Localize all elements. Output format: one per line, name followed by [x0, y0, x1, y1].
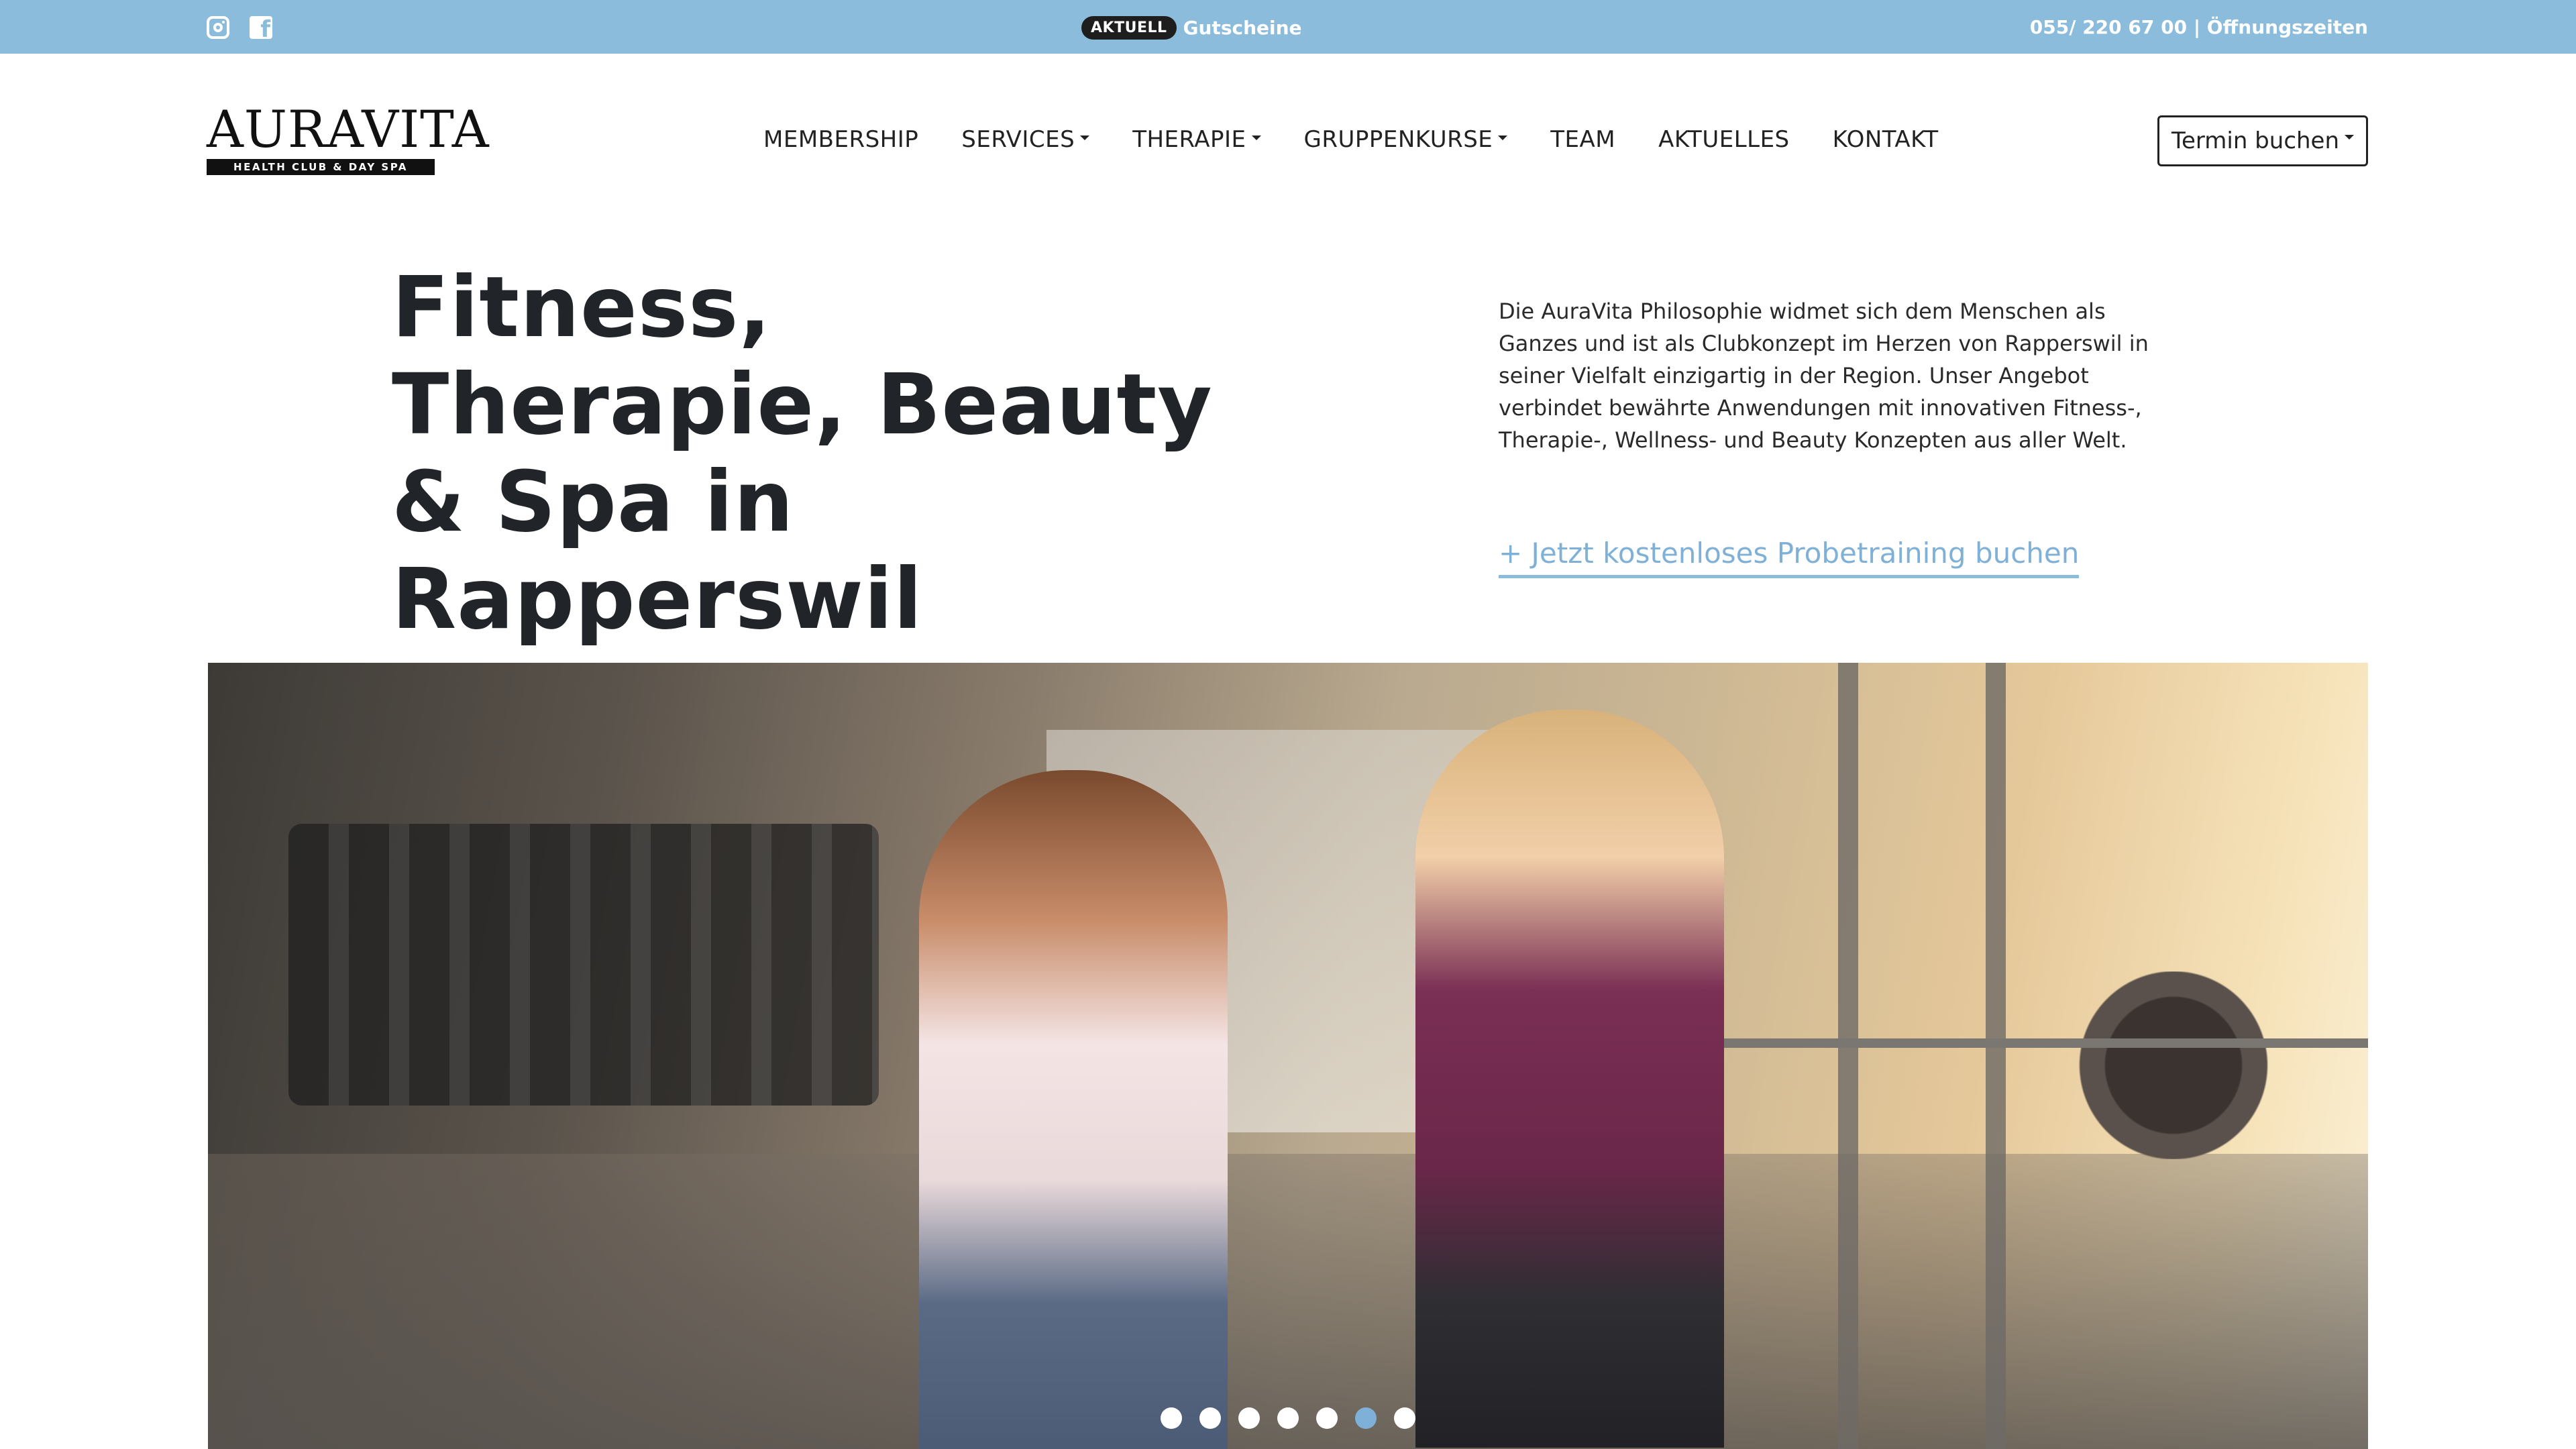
nav-item-aktuelles[interactable]: AKTUELLES	[1658, 126, 1790, 153]
facebook-icon[interactable]	[250, 16, 272, 39]
barbell	[1650, 1038, 2368, 1048]
weight-plates	[2033, 971, 2314, 1159]
nav-item-membership[interactable]: MEMBERSHIP	[763, 126, 918, 153]
intro-text: Die AuraVita Philosophie widmet sich dem…	[1499, 299, 2149, 453]
logo-tagline: HEALTH CLUB & DAY SPA	[207, 159, 435, 175]
slider-dot[interactable]	[1199, 1407, 1221, 1429]
nav-item-kontakt[interactable]: KONTAKT	[1833, 126, 1939, 153]
book-appointment-button[interactable]: Termin buchen	[2157, 115, 2368, 166]
slider-dot[interactable]	[1277, 1407, 1299, 1429]
slider-dot[interactable]	[1161, 1407, 1182, 1429]
slider-dot[interactable]	[1355, 1407, 1377, 1429]
main-nav: MEMBERSHIP SERVICES THERAPIE GRUPPENKURS…	[763, 126, 1939, 153]
nav-item-therapie[interactable]: THERAPIE	[1132, 126, 1260, 153]
nav-item-gruppenkurse[interactable]: GRUPPENKURSE	[1304, 126, 1508, 153]
logo-wordmark: AURAVITA	[207, 99, 490, 159]
top-bar: AKTUELL Gutscheine 055/ 220 67 00 | Öffn…	[0, 0, 2576, 54]
hero-image	[208, 663, 2368, 1449]
page-title: Fitness, Therapie, Beauty & Spa in Rappe…	[392, 259, 1213, 648]
slider-dots	[1161, 1407, 1415, 1429]
book-appointment-label: Termin buchen	[2171, 127, 2340, 154]
news-link[interactable]: AKTUELL Gutscheine	[1081, 16, 1302, 40]
person-left	[919, 770, 1228, 1449]
person-right	[1415, 710, 1724, 1448]
trial-training-link[interactable]: + Jetzt kostenloses Probetraining buchen	[1499, 537, 2080, 578]
slider-dot[interactable]	[1316, 1407, 1338, 1429]
contact-info[interactable]: 055/ 220 67 00 | Öffnungszeiten	[2030, 16, 2368, 38]
dumbbell-rack	[288, 824, 879, 1106]
slider-dot[interactable]	[1238, 1407, 1260, 1429]
logo[interactable]: AURAVITA HEALTH CLUB & DAY SPA	[207, 104, 489, 178]
slider-dot[interactable]	[1394, 1407, 1415, 1429]
news-badge: AKTUELL	[1081, 16, 1177, 40]
nav-item-services[interactable]: SERVICES	[961, 126, 1089, 153]
vouchers-link[interactable]: Gutscheine	[1183, 17, 1302, 39]
social-links	[207, 16, 272, 39]
nav-item-team[interactable]: TEAM	[1550, 126, 1615, 153]
instagram-icon[interactable]	[207, 16, 229, 39]
